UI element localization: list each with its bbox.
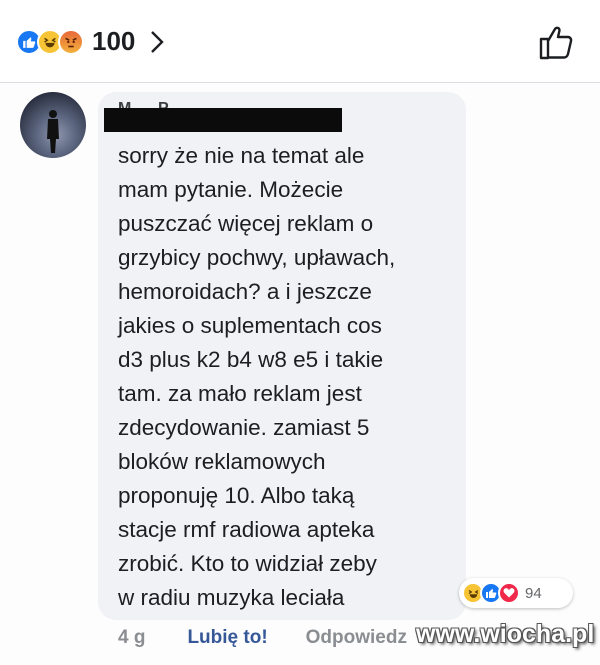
- redacted-name-bar: [104, 108, 342, 132]
- avatar[interactable]: [20, 92, 86, 158]
- angry-reaction-icon: [58, 28, 84, 55]
- comment-text: sorry że nie na temat ale mam pytanie. M…: [118, 143, 396, 610]
- header-divider: [0, 82, 600, 83]
- love-reaction-icon: [498, 582, 520, 604]
- comment-reactions-summary[interactable]: 94: [459, 578, 573, 608]
- comment-actions: 4 g Lubię to! Odpowiedz: [118, 624, 407, 652]
- reply-button[interactable]: Odpowiedz: [306, 627, 407, 649]
- post-reaction-count: 100: [92, 26, 136, 56]
- chevron-right-icon[interactable]: [149, 29, 165, 55]
- comment-reaction-count: 94: [525, 584, 542, 602]
- thumbs-up-icon[interactable]: [536, 22, 576, 62]
- avatar-silhouette-icon: [47, 110, 59, 153]
- post-header: 100: [0, 0, 600, 82]
- comment-timestamp[interactable]: 4 g: [118, 627, 145, 649]
- like-button[interactable]: Lubię to!: [187, 627, 267, 649]
- post-reactions-summary[interactable]: 100: [16, 26, 165, 57]
- watermark: www.wiocha.pl: [416, 620, 595, 648]
